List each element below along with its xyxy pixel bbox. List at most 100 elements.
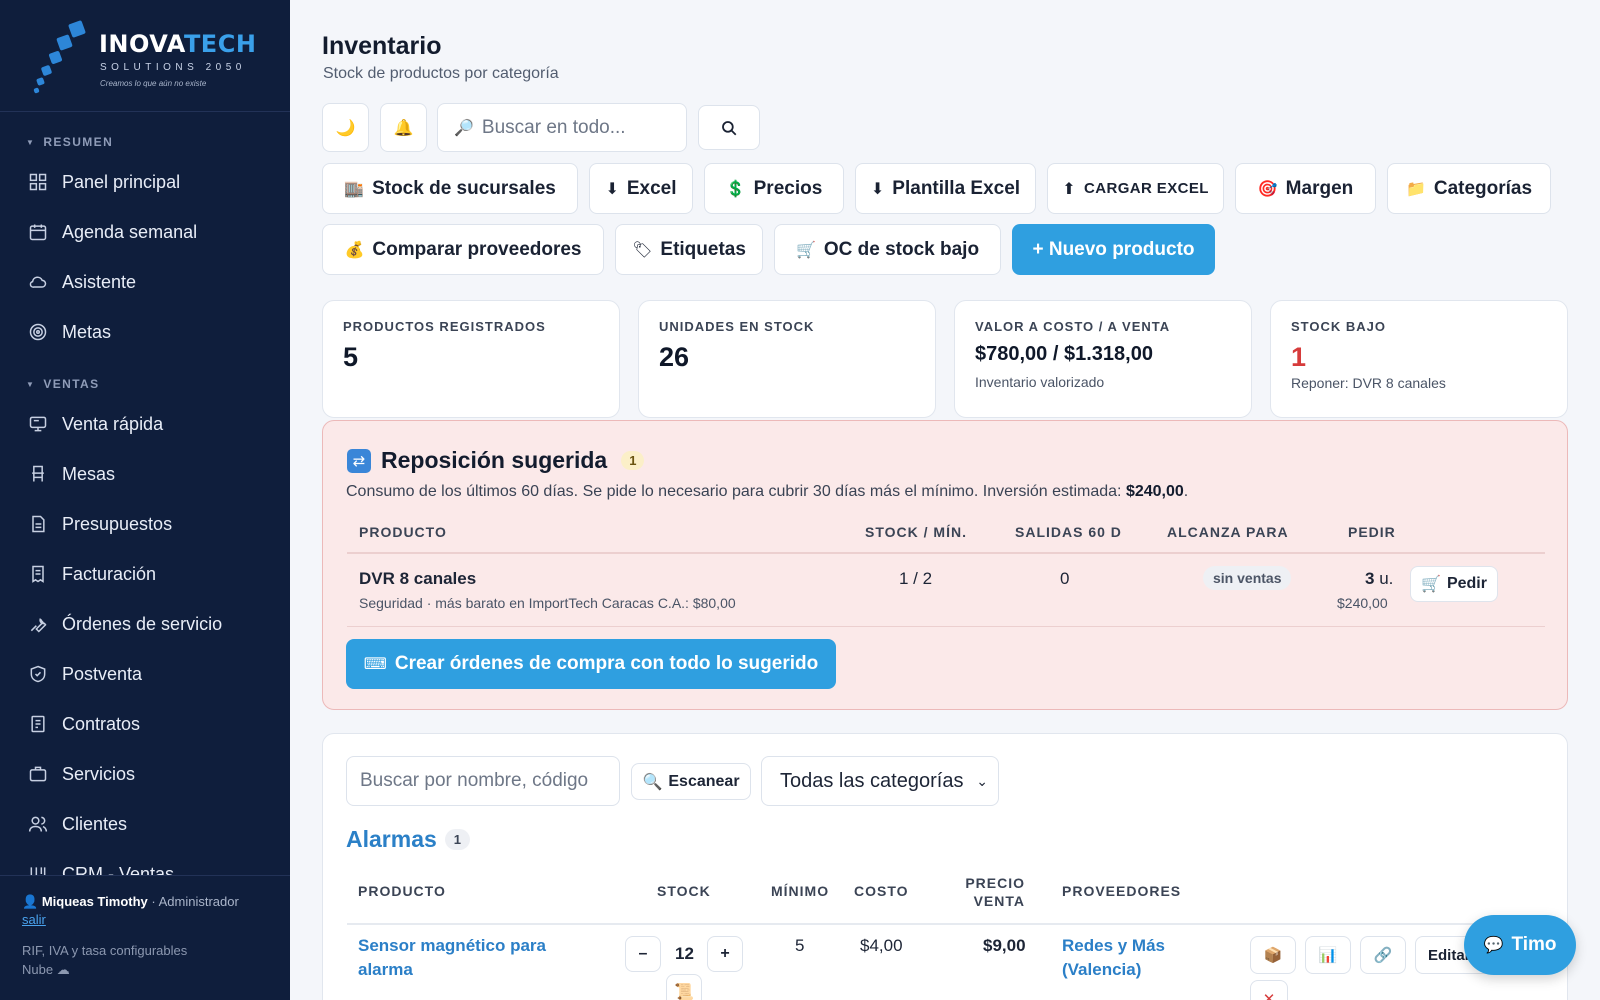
plantilla-excel-button[interactable]: ⬇ Plantilla Excel xyxy=(855,163,1036,214)
cargar-excel-button[interactable]: ⬆ CARGAR EXCEL xyxy=(1047,163,1224,214)
brand-name: INOVATECH xyxy=(99,30,257,58)
reposicion-description: Consumo de los últimos 60 días. Se pide … xyxy=(346,483,1189,500)
sidebar-item-facturacion[interactable]: Facturación xyxy=(0,549,290,599)
scroll-icon: 📜 xyxy=(674,984,694,1000)
assistant-chat-button[interactable]: 💬 Timo xyxy=(1464,915,1576,975)
document-icon xyxy=(27,514,48,535)
sidebar-footer: 👤 Miqueas Timothy · Administrador salir … xyxy=(0,875,290,1000)
close-icon: ✕ xyxy=(1262,991,1276,1000)
sidebar-item-panel-principal[interactable]: Panel principal xyxy=(0,157,290,207)
brand-tagline: Creamos lo que aún no existe xyxy=(100,79,207,88)
margen-button[interactable]: 🎯 Margen xyxy=(1235,163,1376,214)
dark-mode-button[interactable]: 🌙 xyxy=(322,103,369,152)
sidebar-item-ordenes-de-servicio[interactable]: Órdenes de servicio xyxy=(0,599,290,649)
stat-card-unidades: UNIDADES EN STOCK 26 xyxy=(638,300,936,418)
escanear-button[interactable]: 🔍 Escanear xyxy=(631,763,751,800)
money-bag-icon: 💰 xyxy=(344,241,365,259)
export-excel-button[interactable]: ⬇ Excel xyxy=(589,163,693,214)
user-icon: 👤 xyxy=(22,894,39,909)
stock-sucursales-button[interactable]: 🏬 Stock de sucursales xyxy=(322,163,578,214)
link-button[interactable]: 🔗 xyxy=(1360,936,1406,974)
chat-bubble-icon: 💬 xyxy=(1483,937,1504,954)
decrease-stock-button[interactable]: – xyxy=(625,936,661,972)
chart-button[interactable]: 📊 xyxy=(1305,936,1351,974)
col-header-alcanza: ALCANZA PARA xyxy=(1167,524,1289,540)
nav-section-ventas[interactable]: ▼ VENTAS xyxy=(0,369,290,399)
sidebar-item-contratos[interactable]: Contratos xyxy=(0,699,290,749)
target-icon: 🎯 xyxy=(1257,180,1278,198)
main-content: Inventario Stock de productos por catego… xyxy=(290,0,1600,1000)
nav-section-resumen[interactable]: ▼ RESUMEN xyxy=(0,127,290,157)
stat-label: UNIDADES EN STOCK xyxy=(659,319,815,334)
comparar-proveedores-button[interactable]: 💰 Comparar proveedores xyxy=(322,224,604,275)
proveedor-link[interactable]: Redes y Más (Valencia) xyxy=(1062,934,1165,982)
delete-button[interactable]: ✕ xyxy=(1250,980,1288,1000)
increase-stock-button[interactable]: + xyxy=(707,936,743,972)
precio-venta-value: $9,00 xyxy=(983,936,1026,955)
costo-value: $4,00 xyxy=(860,936,903,955)
col-header-producto: PRODUCTO xyxy=(358,883,446,899)
product-list-panel: 🔍Escanear Todas las categorías⌄ Alarmas … xyxy=(322,733,1568,1000)
product-search-input[interactable] xyxy=(360,770,610,792)
sidebar-item-clientes[interactable]: Clientes xyxy=(0,799,290,849)
cloud-status: Nube ☁ xyxy=(22,962,70,977)
sidebar-item-crm-ventas[interactable]: CRM - Ventas xyxy=(0,849,290,875)
dollar-icon: 💲 xyxy=(725,180,746,198)
category-count-badge: 1 xyxy=(444,829,471,850)
pedir-button[interactable]: 🛒 Pedir xyxy=(1410,566,1498,602)
sidebar-item-mesas[interactable]: Mesas xyxy=(0,449,290,499)
col-header-salidas: SALIDAS 60 D xyxy=(1015,524,1122,540)
history-button[interactable]: 📜 xyxy=(666,974,702,1000)
stat-card-productos: PRODUCTOS REGISTRADOS 5 xyxy=(322,300,620,418)
notifications-button[interactable]: 🔔 xyxy=(380,103,427,152)
sidebar-item-venta-rapida[interactable]: Venta rápida xyxy=(0,399,290,449)
moon-icon: 🌙 xyxy=(335,119,356,137)
sidebar-item-metas[interactable]: Metas xyxy=(0,307,290,357)
global-search-button[interactable] xyxy=(698,105,760,150)
global-search[interactable]: 🔎 xyxy=(437,103,687,152)
user-role: · Administrador xyxy=(151,894,239,909)
nuevo-producto-button[interactable]: + Nuevo producto xyxy=(1012,224,1215,275)
category-select[interactable]: Todas las categorías ⌄ xyxy=(761,756,999,806)
calendar-icon xyxy=(27,222,48,243)
crear-ordenes-compra-button[interactable]: ⌨ Crear órdenes de compra con todo lo sug… xyxy=(346,639,836,689)
logo-mark-icon xyxy=(32,20,92,94)
package-button[interactable]: 📦 xyxy=(1250,936,1296,974)
briefcase-icon xyxy=(27,764,48,785)
oc-stock-bajo-button[interactable]: 🛒 OC de stock bajo xyxy=(774,224,1001,275)
magnifier-icon: 🔍 xyxy=(642,773,663,791)
sidebar-nav: ▼ RESUMEN Panel principal Agenda semanal … xyxy=(0,112,290,875)
brand-logo[interactable]: INOVATECH SOLUTIONS 2050 Creamos lo que … xyxy=(0,0,290,112)
current-user: 👤 Miqueas Timothy · Administrador xyxy=(22,894,268,910)
etiquetas-button[interactable]: 🏷 Etiquetas xyxy=(615,224,763,275)
chair-icon xyxy=(27,464,48,485)
sidebar-item-servicios[interactable]: Servicios xyxy=(0,749,290,799)
stat-note: Reponer: DVR 8 canales xyxy=(1291,375,1446,391)
reposicion-panel: ⇄ Reposición sugerida 1 Consumo de los ú… xyxy=(322,420,1568,710)
link-icon: 🔗 xyxy=(1373,947,1393,964)
sidebar-item-presupuestos[interactable]: Presupuestos xyxy=(0,499,290,549)
logout-link[interactable]: salir xyxy=(22,912,46,927)
folder-icon: 📁 xyxy=(1405,180,1426,198)
user-name: Miqueas Timothy xyxy=(41,894,148,909)
salidas-value: 0 xyxy=(1060,569,1070,588)
stat-card-stock-bajo: STOCK BAJO 1 Reponer: DVR 8 canales xyxy=(1270,300,1568,418)
global-search-input[interactable] xyxy=(481,116,662,139)
stat-card-valor: VALOR A COSTO / A VENTA $780,00 / $1.318… xyxy=(954,300,1252,418)
product-search[interactable] xyxy=(346,756,620,806)
col-header-costo: COSTO xyxy=(854,883,909,899)
sidebar-item-agenda-semanal[interactable]: Agenda semanal xyxy=(0,207,290,257)
precios-button[interactable]: 💲 Precios xyxy=(704,163,844,214)
cart-icon: 🛒 xyxy=(1421,576,1441,593)
sidebar-item-asistente[interactable]: Asistente xyxy=(0,257,290,307)
categorias-button[interactable]: 📁 Categorías xyxy=(1387,163,1551,214)
stat-label: PRODUCTOS REGISTRADOS xyxy=(343,319,546,334)
pedir-amount: $240,00 xyxy=(1337,595,1388,611)
cloud-icon xyxy=(27,272,48,293)
col-header-pedir: PEDIR xyxy=(1348,524,1396,540)
page-subtitle: Stock de productos por categoría xyxy=(323,65,559,82)
product-name-link[interactable]: Sensor magnético para alarma xyxy=(358,934,546,982)
product-detail: Seguridad · más barato en ImportTech Car… xyxy=(359,595,736,611)
sidebar-item-postventa[interactable]: Postventa xyxy=(0,649,290,699)
package-icon: 📦 xyxy=(1263,947,1283,964)
